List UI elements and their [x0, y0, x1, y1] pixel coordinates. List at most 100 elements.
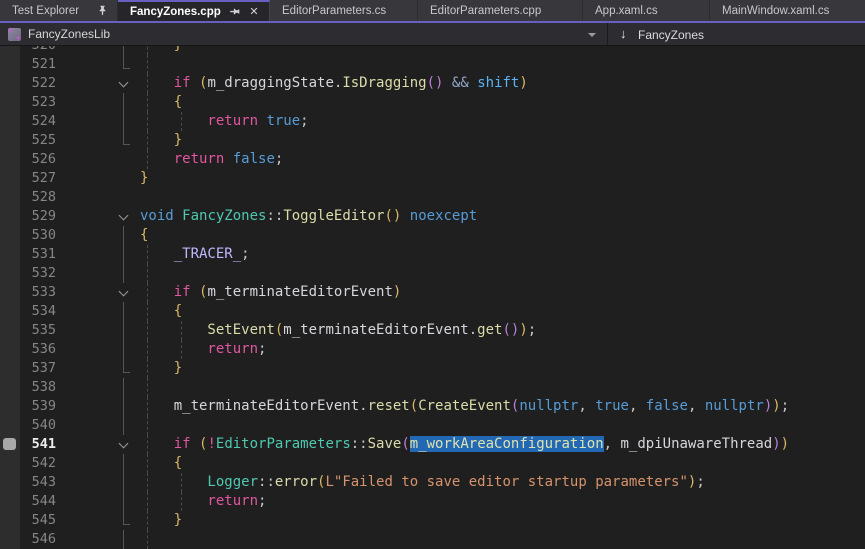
code-line-526[interactable]: 526 return false; [0, 150, 865, 169]
indent-guide [147, 359, 148, 378]
code-token: ) [772, 398, 780, 414]
indent-guide [147, 492, 148, 511]
code-text: { [136, 226, 865, 245]
tab-editorparameters-cpp[interactable]: EditorParameters.cpp [418, 0, 583, 21]
fold-guide [112, 169, 136, 188]
fold-guide [112, 226, 136, 245]
gutter-spacer [60, 245, 112, 264]
code-token [401, 208, 409, 224]
line-number: 527 [0, 169, 60, 188]
code-token: shift [477, 75, 519, 91]
vs-editor-window: 520 }521522 if (m_draggingState.IsDraggi… [0, 0, 865, 549]
code-token [174, 208, 182, 224]
code-editor[interactable]: 520 }521522 if (m_draggingState.IsDraggi… [0, 36, 865, 549]
code-token: L"Failed to save editor startup paramete… [325, 474, 687, 490]
code-text: if (m_terminateEditorEvent) [136, 283, 865, 302]
code-line-527[interactable]: 527} [0, 169, 865, 188]
code-token: m_terminateEditorEvent [140, 398, 359, 414]
code-text [136, 55, 865, 74]
code-line-534[interactable]: 534 { [0, 302, 865, 321]
indent-guide [147, 112, 148, 131]
chevron-down-icon[interactable] [588, 33, 596, 37]
code-token: true [595, 398, 629, 414]
code-line-545[interactable]: 545 } [0, 511, 865, 530]
code-line-523[interactable]: 523 { [0, 93, 865, 112]
code-line-521[interactable]: 521 [0, 55, 865, 74]
code-line-531[interactable]: 531 _TRACER_; [0, 245, 865, 264]
code-token: IsDragging [342, 75, 426, 91]
gutter-spacer [60, 283, 112, 302]
code-line-537[interactable]: 537 } [0, 359, 865, 378]
code-line-528[interactable]: 528 [0, 188, 865, 207]
indent-guide [147, 473, 148, 492]
tab-test-explorer[interactable]: Test Explorer [0, 0, 118, 21]
code-line-543[interactable]: 543 Logger::error(L"Failed to save edito… [0, 473, 865, 492]
tab-fancyzones-cpp[interactable]: FancyZones.cpp ✕ [118, 0, 270, 21]
code-token: :: [266, 208, 283, 224]
code-token: true [266, 113, 300, 129]
code-token: } [140, 170, 148, 186]
code-token: return [140, 493, 258, 509]
indent-guide [181, 492, 182, 511]
fold-guide [112, 530, 136, 549]
pin-icon[interactable] [95, 4, 109, 18]
fold-guide [112, 454, 136, 473]
tab-app-xaml-cs[interactable]: App.xaml.cs [583, 0, 710, 21]
code-line-540[interactable]: 540 [0, 416, 865, 435]
line-number: 529 [0, 207, 60, 226]
code-line-522[interactable]: 522 if (m_draggingState.IsDragging() && … [0, 74, 865, 93]
fold-chevron-icon[interactable] [112, 74, 136, 93]
close-icon[interactable]: ✕ [247, 5, 261, 19]
pin-icon[interactable] [227, 5, 241, 19]
code-text: SetEvent(m_terminateEditorEvent.get()); [136, 321, 865, 340]
code-line-525[interactable]: 525 } [0, 131, 865, 150]
code-line-532[interactable]: 532 [0, 264, 865, 283]
code-line-524[interactable]: 524 return true; [0, 112, 865, 131]
code-line-535[interactable]: 535 SetEvent(m_terminateEditorEvent.get(… [0, 321, 865, 340]
code-text [136, 264, 865, 283]
line-number: 525 [0, 131, 60, 150]
fold-chevron-icon[interactable] [112, 283, 136, 302]
code-token: ( [401, 436, 409, 452]
code-text: m_terminateEditorEvent.reset(CreateEvent… [136, 397, 865, 416]
margin-marker [3, 438, 16, 450]
code-line-538[interactable]: 538 [0, 378, 865, 397]
indent-guide [147, 245, 148, 264]
project-scope-dropdown[interactable]: FancyZonesLib [28, 27, 110, 41]
gutter-spacer [60, 530, 112, 549]
line-number: 523 [0, 93, 60, 112]
code-line-533[interactable]: 533 if (m_terminateEditorEvent) [0, 283, 865, 302]
fold-guide [112, 511, 136, 530]
code-token: void [140, 208, 174, 224]
gutter-spacer [60, 131, 112, 150]
fold-chevron-icon[interactable] [112, 207, 136, 226]
code-token: ; [258, 341, 266, 357]
tab-mainwindow-xaml-cs[interactable]: MainWindow.xaml.cs [710, 0, 865, 21]
code-line-539[interactable]: 539 m_terminateEditorEvent.reset(CreateE… [0, 397, 865, 416]
code-token: SetEvent [140, 322, 275, 338]
code-line-530[interactable]: 530{ [0, 226, 865, 245]
code-token: , [578, 398, 595, 414]
code-line-536[interactable]: 536 return; [0, 340, 865, 359]
tab-label: FancyZones.cpp [130, 6, 221, 18]
code-token: { [140, 227, 148, 243]
navigation-bar: ++ FancyZonesLib ↓ FancyZones [0, 23, 865, 46]
gutter-spacer [60, 74, 112, 93]
gutter-spacer [60, 207, 112, 226]
fold-guide [112, 188, 136, 207]
code-line-542[interactable]: 542 { [0, 454, 865, 473]
fold-chevron-icon[interactable] [112, 435, 136, 454]
cpp-project-icon: ++ [8, 28, 21, 41]
code-line-529[interactable]: 529 void FancyZones::ToggleEditor() noexc… [0, 207, 865, 226]
code-line-541[interactable]: 541 if (!EditorParameters::Save(m_workAr… [0, 435, 865, 454]
gutter-spacer [60, 454, 112, 473]
code-text: { [136, 454, 865, 473]
tab-editorparameters-cs[interactable]: EditorParameters.cs [270, 0, 418, 21]
code-line-544[interactable]: 544 return; [0, 492, 865, 511]
fold-guide [112, 245, 136, 264]
symbol-dropdown[interactable]: FancyZones [638, 28, 704, 42]
code-token: reset [368, 398, 410, 414]
code-line-546[interactable]: 546 [0, 530, 865, 549]
line-number: 546 [0, 530, 60, 549]
code-text: void FancyZones::ToggleEditor() noexcept [136, 207, 865, 226]
